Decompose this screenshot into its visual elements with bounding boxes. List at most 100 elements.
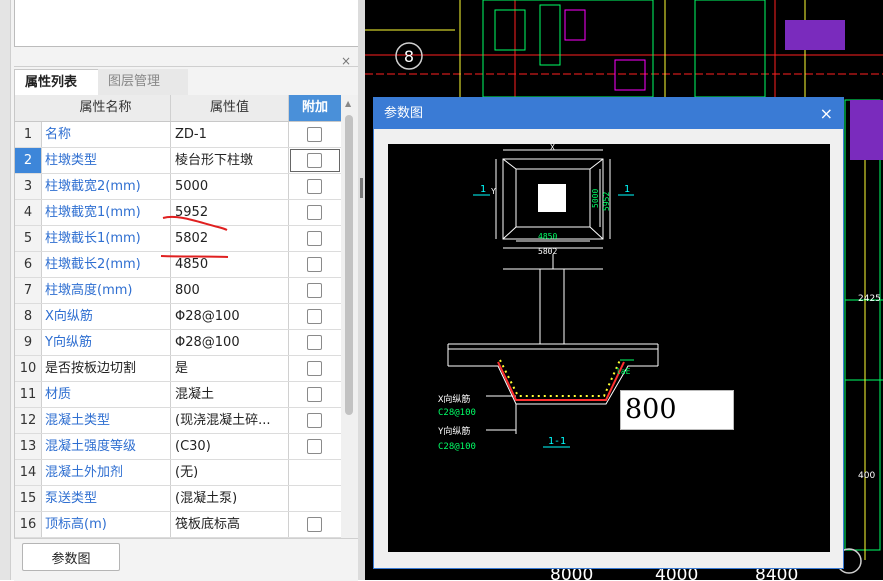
extra-checkbox[interactable] [307,153,322,168]
property-value[interactable]: 5952 [171,200,289,225]
row-index: 8 [15,304,42,329]
property-value[interactable]: Φ28@100 [171,304,289,329]
table-row[interactable]: 1 名称 ZD-1 [15,122,341,148]
extra-checkbox[interactable] [307,361,322,376]
bottom-toolbar: 参数图 [14,538,358,581]
property-name: 泵送类型 [41,486,171,511]
upper-pane [14,0,360,47]
extra-checkbox[interactable] [307,179,322,194]
drawing-label-x: X [550,144,555,152]
table-row[interactable]: 10 是否按板边切割是 [15,356,341,382]
dialog-close-button[interactable]: × [820,98,833,129]
extra-cell [289,226,341,251]
cad-wall [564,9,586,41]
property-value[interactable]: (C30) [171,434,289,459]
property-value[interactable]: 是 [171,356,289,381]
pier-drawing: X Y 1 1 5000 5952 4850 5802 laE X向纵筋 C28… [438,143,659,452]
property-value[interactable]: (混凝土泵) [171,486,289,511]
property-panel: × 属性列表 图层管理 属性名称 属性值 附加 1 名称 ZD-1 2 柱墩类型 棱台形下… [0,0,365,581]
property-value[interactable]: 混凝土 [171,382,289,407]
row-index: 14 [15,460,42,485]
plan-edge [589,158,604,170]
row-index: 7 [15,278,42,303]
table-row[interactable]: 4 柱墩截宽1(mm) 5952 [15,200,341,226]
column-header-extra: 附加 [289,95,341,121]
parameter-diagram: X Y 1 1 5000 5952 4850 5802 laE X向纵筋 C28… [388,143,830,552]
property-value[interactable]: 筏板底标高 [171,512,289,537]
dim-5952: 5952 [602,192,611,211]
property-value[interactable]: ZD-1 [171,122,289,147]
label-x-bar: X向纵筋 [438,393,470,405]
property-value[interactable]: 棱台形下柱墩 [171,148,289,173]
property-value[interactable]: 5802 [171,226,289,251]
extra-checkbox[interactable] [307,283,322,298]
extra-cell [289,382,341,407]
table-row[interactable]: 5 柱墩截长1(mm) 5802 [15,226,341,252]
extra-checkbox[interactable] [307,335,322,350]
label-lae: laE [616,367,631,376]
label-x-spec: C28@100 [438,408,476,418]
property-value[interactable]: 4850 [171,252,289,277]
property-name: 混凝土类型 [41,408,171,433]
table-row[interactable]: 16 顶标高(m) 筏板底标高 [15,512,341,538]
cad-wall [494,9,526,51]
row-index: 10 [15,356,42,381]
property-value[interactable]: Φ28@100 [171,330,289,355]
extra-checkbox[interactable] [307,413,322,428]
table-row[interactable]: 2 柱墩类型 棱台形下柱墩 [15,148,341,174]
column-header-name: 属性名称 [41,95,171,121]
table-row[interactable]: 14 混凝土外加剂 (无) [15,460,341,486]
table-row[interactable]: 9 Y向纵筋 Φ28@100 [15,330,341,356]
extra-checkbox[interactable] [307,309,322,324]
parameter-diagram-button[interactable]: 参数图 [22,543,120,571]
plan-edge [589,226,604,240]
table-row[interactable]: 15 泵送类型 (混凝土泵) [15,486,341,512]
extra-checkbox[interactable] [307,387,322,402]
property-name: 混凝土外加剂 [41,460,171,485]
table-row[interactable]: 8 X向纵筋 Φ28@100 [15,304,341,330]
label-y-spec: C28@100 [438,442,476,452]
splitter-grip-icon[interactable] [360,178,363,198]
extra-cell [289,252,341,277]
property-value[interactable]: 5000 [171,174,289,199]
table-row[interactable]: 7 柱墩高度(mm) 800 [15,278,341,304]
property-value[interactable]: (现浇混凝土碎... [171,408,289,433]
tab-layer-management[interactable]: 图层管理 [98,69,188,95]
extra-checkbox[interactable] [307,517,322,532]
panel-splitter[interactable] [358,0,365,580]
parameter-value-input[interactable]: 800 [620,390,734,430]
row-index: 4 [15,200,42,225]
extra-cell [289,174,341,199]
left-dock-strip [0,0,11,580]
scroll-up-icon[interactable]: ▲ [345,99,351,108]
scroll-thumb[interactable] [345,115,353,415]
extra-checkbox[interactable] [307,439,322,454]
row-index: 2 [15,148,42,173]
extra-checkbox[interactable] [307,231,322,246]
plan-edge [502,158,517,170]
panel-divider [14,66,358,67]
table-row[interactable]: 6 柱墩截长2(mm) 4850 [15,252,341,278]
property-name: Y向纵筋 [41,330,171,355]
column-plan [538,184,566,212]
table-row[interactable]: 12 混凝土类型 (现浇混凝土碎... [15,408,341,434]
cad-hatch [785,20,845,50]
table-row[interactable]: 11 材质 混凝土 [15,382,341,408]
table-row[interactable]: 3 柱墩截宽2(mm) 5000 [15,174,341,200]
property-name: 名称 [41,122,171,147]
axis-label: 8 [404,47,414,66]
extra-checkbox[interactable] [307,205,322,220]
extra-checkbox[interactable] [307,127,322,142]
tab-property-list[interactable]: 属性列表 [14,69,108,96]
grid-scrollbar[interactable]: ▲ [341,95,358,540]
section-title: 1-1 [548,436,566,447]
table-row[interactable]: 13 混凝土强度等级 (C30) [15,434,341,460]
dialog-title-bar[interactable]: 参数图 × [374,98,843,129]
property-name: 材质 [41,382,171,407]
cad-wall [614,59,646,91]
extra-checkbox[interactable] [307,257,322,272]
property-value[interactable]: (无) [171,460,289,485]
extra-cell [289,486,341,511]
cad-hatch [850,100,883,160]
property-value[interactable]: 800 [171,278,289,303]
